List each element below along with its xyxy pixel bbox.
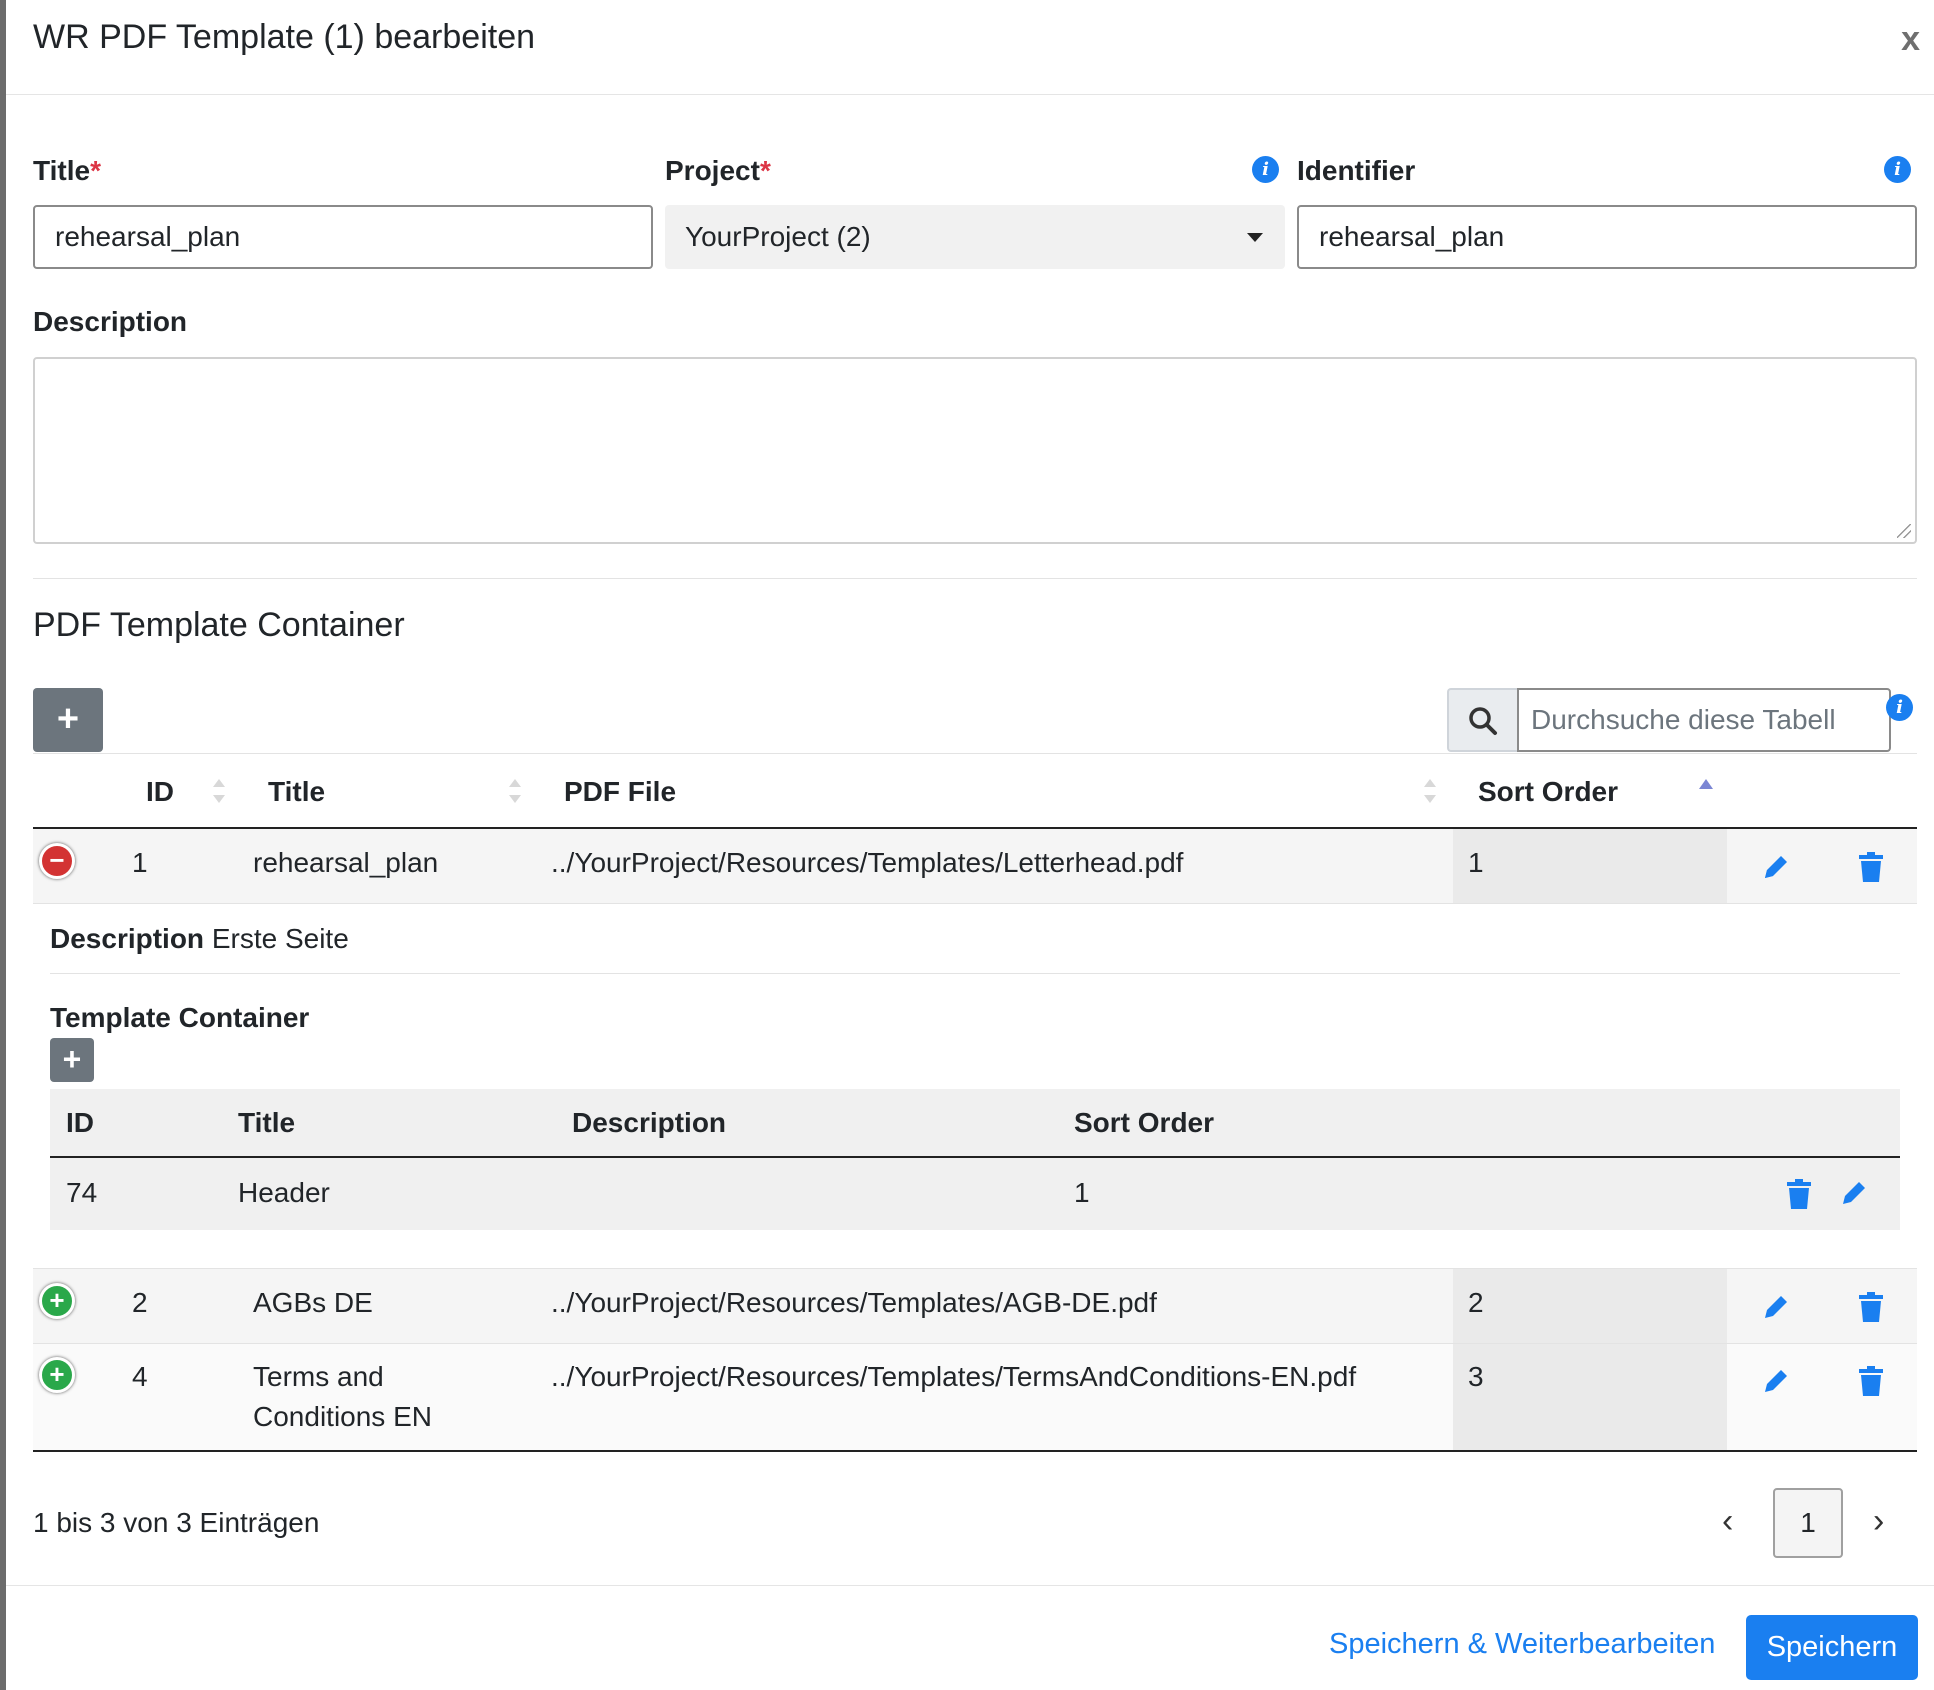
sub-row-title: Header — [238, 1177, 330, 1208]
footer-divider — [6, 1585, 1934, 1586]
trash-icon[interactable] — [1786, 1179, 1812, 1209]
identifier-info-icon[interactable]: i — [1884, 156, 1911, 183]
search-info-icon[interactable]: i — [1886, 694, 1913, 721]
sub-column-sort-order: Sort Order — [1074, 1107, 1215, 1138]
sort-icon[interactable] — [213, 779, 225, 803]
search-icon — [1469, 707, 1497, 735]
add-template-button[interactable]: + — [50, 1038, 94, 1082]
sub-row-sort: 1 — [1074, 1177, 1090, 1208]
identifier-input[interactable]: rehearsal_plan — [1297, 205, 1917, 269]
save-button[interactable]: Speichern — [1746, 1615, 1918, 1680]
previous-page-icon[interactable]: ‹ — [1722, 1502, 1733, 1541]
project-label-text: Project — [665, 155, 760, 186]
add-container-button[interactable]: + — [33, 688, 103, 752]
row-sort: 1 — [1468, 847, 1484, 878]
resize-handle[interactable] — [1897, 524, 1911, 538]
sort-column-highlight — [1453, 1344, 1727, 1450]
row-id: 2 — [132, 1287, 148, 1318]
row-file: ../YourProject/Resources/Templates/Terms… — [551, 1361, 1357, 1392]
chevron-down-icon — [1247, 233, 1263, 242]
required-mark: * — [90, 155, 101, 186]
project-label: Project* — [665, 155, 771, 187]
detail-description: Description Erste Seite — [50, 923, 349, 955]
detail-description-label: Description — [50, 923, 205, 954]
save-continue-button[interactable]: Speichern & Weiterbearbeiten — [1329, 1628, 1715, 1661]
expand-row-icon[interactable]: + — [39, 1357, 75, 1393]
row-id: 4 — [132, 1361, 148, 1392]
search-addon — [1447, 688, 1517, 752]
edit-icon[interactable] — [1761, 1292, 1791, 1322]
description-label: Description — [33, 306, 188, 337]
title-input[interactable]: rehearsal_plan — [33, 205, 653, 269]
description-textarea[interactable] — [33, 357, 1917, 544]
table-info: 1 bis 3 von 3 Einträgen — [33, 1507, 320, 1538]
column-id[interactable]: ID — [146, 776, 174, 808]
sub-column-description: Description — [572, 1107, 727, 1138]
column-pdf-file[interactable]: PDF File — [564, 776, 676, 808]
modal-header: WR PDF Template (1) bearbeiten x — [6, 0, 1934, 95]
row-id: 1 — [132, 847, 148, 878]
table-top-border — [33, 753, 1917, 754]
trash-icon[interactable] — [1858, 852, 1884, 882]
row-file: ../YourProject/Resources/Templates/AGB-D… — [551, 1287, 1157, 1318]
sort-icon[interactable] — [1424, 779, 1436, 803]
template-container-title: Template Container — [50, 1002, 310, 1033]
row-title-line1: Terms and — [253, 1361, 384, 1392]
detail-divider — [50, 973, 1900, 974]
expand-row-icon[interactable]: + — [39, 1283, 75, 1319]
column-title[interactable]: Title — [268, 776, 325, 808]
project-select-value: YourProject (2) — [685, 221, 871, 252]
detail-description-value: Erste Seite — [211, 923, 349, 954]
modal-title: WR PDF Template (1) bearbeiten — [33, 18, 536, 56]
next-page-icon[interactable]: › — [1873, 1502, 1884, 1541]
column-sort-order[interactable]: Sort Order — [1478, 776, 1618, 808]
row-title: rehearsal_plan — [253, 847, 439, 878]
section-title: PDF Template Container — [33, 606, 405, 644]
sort-column-highlight — [1453, 1269, 1727, 1343]
edit-icon[interactable] — [1761, 1366, 1791, 1396]
search-input[interactable] — [1517, 688, 1891, 752]
title-label: Title* — [33, 155, 101, 187]
sort-column-highlight — [1453, 829, 1727, 903]
sub-table-header — [50, 1089, 1900, 1157]
trash-icon[interactable] — [1858, 1292, 1884, 1322]
row-sort: 2 — [1468, 1287, 1484, 1318]
trash-icon[interactable] — [1858, 1366, 1884, 1396]
table-bottom-border — [33, 1450, 1917, 1452]
sort-icon[interactable] — [509, 779, 521, 803]
title-label-text: Title — [33, 155, 91, 186]
identifier-label: Identifier — [1297, 155, 1416, 186]
page-button[interactable]: 1 — [1773, 1488, 1843, 1558]
close-button[interactable]: x — [1901, 20, 1920, 59]
collapse-row-icon[interactable]: − — [39, 843, 75, 879]
edit-icon[interactable] — [1839, 1178, 1869, 1208]
row-divider — [33, 903, 1917, 904]
sub-column-title: Title — [238, 1107, 296, 1138]
row-sort: 3 — [1468, 1361, 1484, 1392]
required-mark: * — [759, 155, 771, 186]
row-title: AGBs DE — [253, 1287, 373, 1318]
row-file: ../YourProject/Resources/Templates/Lette… — [551, 847, 1184, 878]
edit-modal: WR PDF Template (1) bearbeiten x Title* … — [6, 0, 1934, 1690]
project-select[interactable]: YourProject (2) — [665, 205, 1285, 269]
project-info-icon[interactable]: i — [1252, 156, 1279, 183]
edit-icon[interactable] — [1761, 852, 1791, 882]
sub-row-id: 74 — [66, 1177, 98, 1208]
sort-asc-icon[interactable] — [1699, 779, 1713, 789]
divider — [33, 578, 1917, 579]
sub-column-id: ID — [66, 1107, 94, 1138]
row-title-line2: Conditions EN — [253, 1401, 432, 1432]
